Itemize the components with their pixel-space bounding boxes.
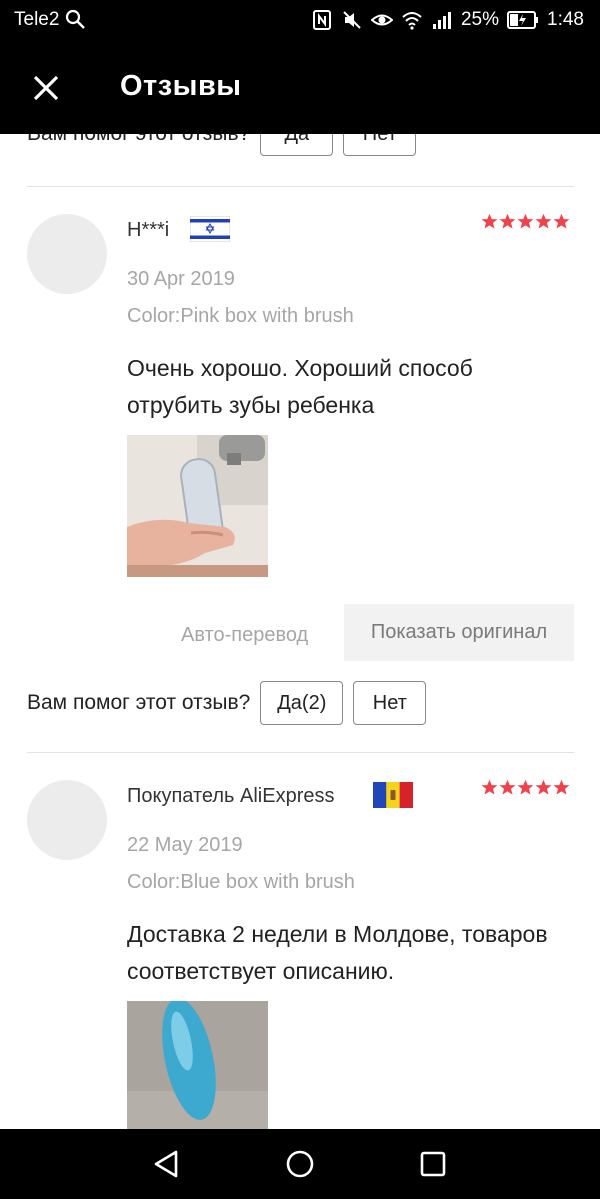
battery-icon xyxy=(507,11,539,29)
status-bar: Tele2 25% 1:48 xyxy=(0,0,600,42)
rating-stars xyxy=(481,213,570,230)
reviewer-name: Покупатель AliExpress xyxy=(127,785,335,807)
wifi-icon xyxy=(402,12,422,30)
star-icon xyxy=(535,213,552,229)
eye-icon xyxy=(370,14,393,26)
helpful-row: Вам помог этот отзыв? Да(2) Нет xyxy=(27,681,427,725)
helpful-question: Вам помог этот отзыв? xyxy=(27,691,251,714)
review-date: 22 May 2019 xyxy=(127,834,243,856)
carrier-name: Tele2 xyxy=(14,9,60,30)
israel-flag-icon xyxy=(190,216,230,242)
review-color-variant: Color:Pink box with brush xyxy=(127,305,354,327)
show-original-button[interactable]: Показать оригинал xyxy=(344,604,574,661)
back-triangle-icon[interactable] xyxy=(149,1146,185,1182)
search-icon xyxy=(65,9,85,29)
helpful-no-button[interactable]: Нет xyxy=(353,681,427,725)
helpful-yes-button[interactable]: Да xyxy=(260,134,334,156)
reviews-list[interactable]: Вам помог этот отзыв? Да Нет H***i 30 Ap… xyxy=(0,134,600,1129)
review-text: Очень хорошо. Хороший способ отрубить зу… xyxy=(127,355,473,418)
review-text: Доставка 2 недели в Молдове, товаров соо… xyxy=(127,921,548,984)
star-icon xyxy=(481,779,498,795)
home-circle-icon[interactable] xyxy=(282,1146,318,1182)
helpful-row-top: Вам помог этот отзыв? Да Нет xyxy=(27,134,417,156)
star-icon xyxy=(517,213,534,229)
page-title: Отзывы xyxy=(120,70,242,102)
review-date: 30 Apr 2019 xyxy=(127,268,235,290)
helpful-question: Вам помог этот отзыв? xyxy=(27,134,250,146)
avatar xyxy=(27,780,107,860)
divider xyxy=(27,186,574,187)
star-icon xyxy=(499,213,516,229)
avatar xyxy=(27,214,107,294)
star-icon xyxy=(535,779,552,795)
helpful-no-button[interactable]: Нет xyxy=(343,134,417,156)
signal-icon xyxy=(432,12,451,29)
star-icon xyxy=(517,779,534,795)
divider xyxy=(27,752,574,753)
mute-icon xyxy=(343,11,361,29)
recents-square-icon[interactable] xyxy=(415,1146,451,1182)
review-photo[interactable] xyxy=(127,1001,268,1129)
app-bar: Отзывы xyxy=(0,42,600,134)
navigation-bar xyxy=(0,1129,600,1199)
nfc-icon xyxy=(312,10,331,30)
close-icon[interactable] xyxy=(30,72,62,104)
review-photo[interactable] xyxy=(127,435,268,577)
status-icons: 25% 1:48 xyxy=(311,8,584,32)
clock: 1:48 xyxy=(547,9,584,30)
star-icon xyxy=(553,213,570,229)
helpful-yes-button[interactable]: Да(2) xyxy=(260,681,344,725)
battery-percent: 25% xyxy=(460,9,500,30)
rating-stars xyxy=(481,779,570,796)
review-color-variant: Color:Blue box with brush xyxy=(127,871,355,893)
star-icon xyxy=(553,779,570,795)
moldova-flag-icon xyxy=(373,782,413,808)
auto-translate-label: Авто-перевод xyxy=(181,624,309,646)
star-icon xyxy=(481,213,498,229)
reviewer-name: H***i xyxy=(127,219,170,241)
star-icon xyxy=(499,779,516,795)
